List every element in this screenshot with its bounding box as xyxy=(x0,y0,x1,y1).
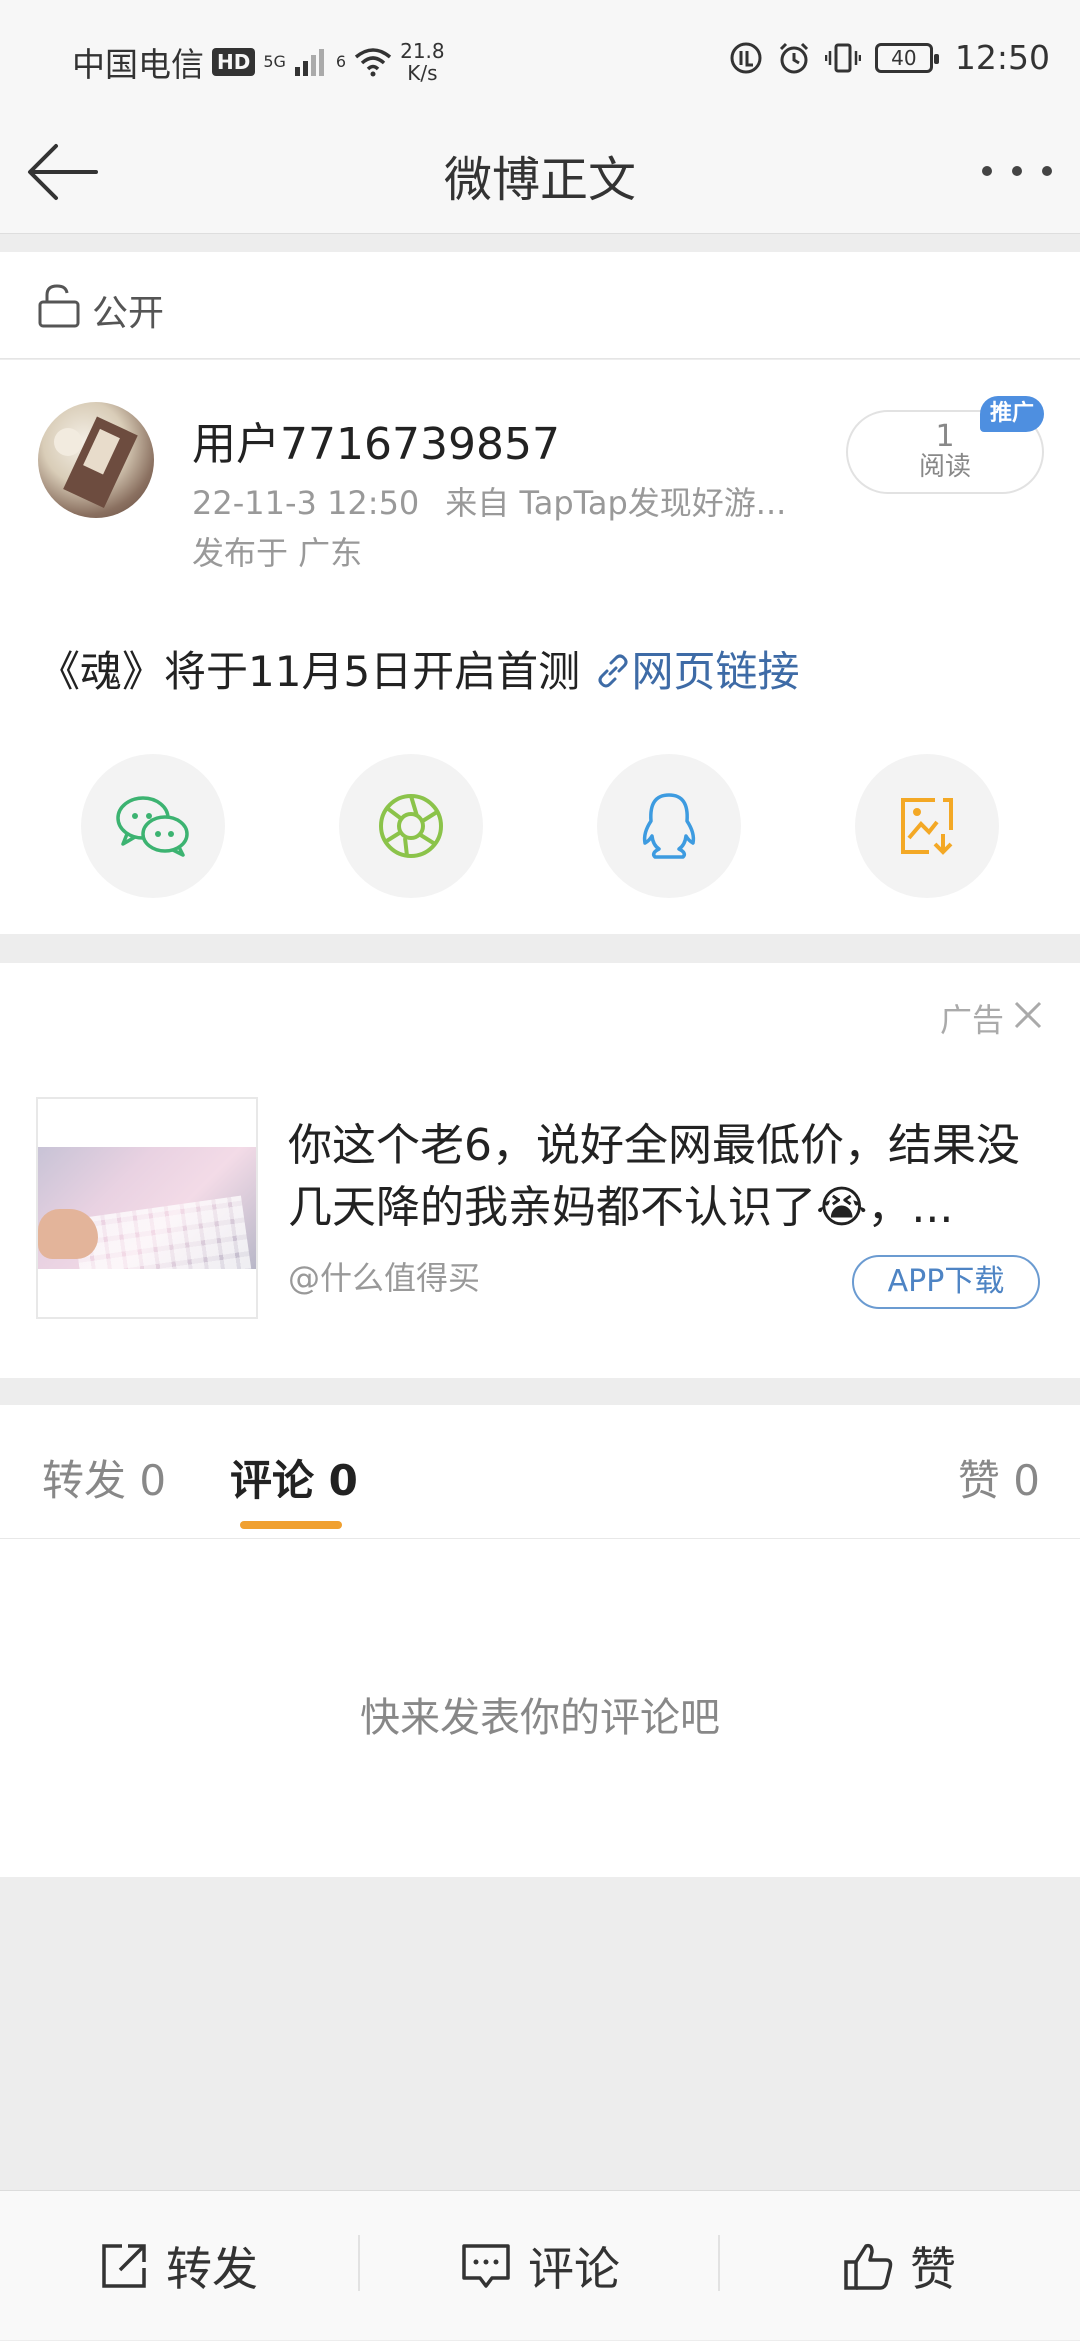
close-icon[interactable] xyxy=(1012,999,1044,1031)
avatar[interactable] xyxy=(38,402,154,518)
battery-indicator: 40 xyxy=(874,42,939,73)
post-content: 《魂》将于11月5日开启首测 网页链接 xyxy=(38,638,800,699)
wifi-gen: 6 xyxy=(335,52,347,71)
qq-icon xyxy=(642,793,696,859)
post-meta: 22-11-3 12:50 来自 TapTap发现好游... xyxy=(192,478,786,524)
active-tab-indicator xyxy=(240,1521,342,1529)
nav-bar: 微博正文 xyxy=(0,110,1080,234)
ad-text[interactable]: 你这个老6，说好全网最低价，结果没几天降的我亲妈都不认识了😭，... xyxy=(288,1115,1048,1239)
tab-comment[interactable]: 评论 0 xyxy=(230,1447,358,1508)
thumbs-up-icon xyxy=(844,2243,893,2290)
data-saver-icon xyxy=(730,42,762,73)
comment-label: 评论 xyxy=(528,2242,620,2296)
repost-label: 转发 xyxy=(166,2242,258,2296)
read-label: 阅读 xyxy=(918,452,971,482)
promo-badge: 推广 xyxy=(980,396,1044,432)
comment-button[interactable]: 评论 xyxy=(460,2191,620,2341)
comment-icon xyxy=(462,2244,510,2288)
app-download-button[interactable]: APP下载 xyxy=(852,1255,1040,1309)
more-dot-icon xyxy=(1012,166,1022,176)
link-text: 网页链接 xyxy=(631,647,800,696)
status-right: 40 12:50 xyxy=(729,38,1050,77)
hd-badge: HD xyxy=(212,48,256,76)
ad-source: @什么值得买 xyxy=(288,1259,481,1297)
avatar-image xyxy=(54,416,138,508)
status-left: 中国电信 HD 5G 6 21.8 K/s xyxy=(72,38,445,86)
speed-unit: K/s xyxy=(407,61,438,85)
empty-comments-text: 快来发表你的评论吧 xyxy=(360,1695,720,1741)
bottom-action-bar: 转发 评论 赞 xyxy=(0,2190,1080,2340)
share-wechat-button[interactable] xyxy=(81,754,225,898)
wechat-icon xyxy=(116,796,189,857)
ad-card[interactable]: 广告 你这个老6，说好全网最低价，结果没几天降的我亲妈都不认识了😭，... @什… xyxy=(0,963,1080,1378)
save-image-icon xyxy=(901,798,953,855)
carrier-name: 中国电信 xyxy=(72,45,204,84)
more-options-button[interactable] xyxy=(982,156,1052,186)
divider xyxy=(718,2235,720,2291)
interaction-tabs: 转发 0 评论 0 赞 0 xyxy=(0,1405,1080,1539)
like-label: 赞 xyxy=(910,2242,956,2296)
vibrate-icon xyxy=(824,43,861,72)
more-dot-icon xyxy=(1042,166,1052,176)
page-title: 微博正文 xyxy=(443,152,636,208)
speed-value: 21.8 xyxy=(400,39,445,63)
repost-button[interactable]: 转发 xyxy=(98,2191,258,2341)
share-qq-button[interactable] xyxy=(597,754,741,898)
network-type: 5G xyxy=(263,52,286,71)
moments-icon xyxy=(379,794,443,858)
status-bar: 中国电信 HD 5G 6 21.8 K/s 40 12:50 xyxy=(0,0,1080,110)
post-location: 发布于 广东 xyxy=(192,534,363,572)
tab-like[interactable]: 赞 0 xyxy=(958,1447,1040,1508)
signal-icon xyxy=(294,49,324,76)
like-button[interactable]: 赞 xyxy=(842,2191,956,2341)
visibility-label: 公开 xyxy=(92,293,165,334)
tab-repost[interactable]: 转发 0 xyxy=(42,1447,166,1508)
save-image-button[interactable] xyxy=(855,754,999,898)
post-text: 《魂》将于11月5日开启首测 xyxy=(38,647,581,696)
post-timestamp: 22-11-3 12:50 xyxy=(192,484,420,522)
share-icon xyxy=(102,2244,146,2288)
visibility-row[interactable]: 公开 xyxy=(0,252,1080,359)
wifi-icon xyxy=(354,48,392,77)
link-icon xyxy=(598,654,628,688)
more-dot-icon xyxy=(982,166,992,176)
post-card: 用户7716739857 22-11-3 12:50 来自 TapTap发现好游.… xyxy=(0,360,1080,934)
network-speed: 21.8 K/s xyxy=(400,40,445,84)
status-time: 12:50 xyxy=(954,38,1050,77)
divider xyxy=(358,2235,360,2291)
ad-label: 广告 xyxy=(939,1001,1004,1039)
ad-thumbnail[interactable] xyxy=(36,1097,258,1319)
comments-area: 快来发表你的评论吧 xyxy=(0,1539,1080,1877)
post-source[interactable]: 来自 TapTap发现好游... xyxy=(445,484,786,522)
unlock-icon xyxy=(38,284,80,328)
alarm-icon xyxy=(779,42,808,73)
username[interactable]: 用户7716739857 xyxy=(192,408,560,472)
web-link[interactable]: 网页链接 xyxy=(594,647,800,696)
share-moments-button[interactable] xyxy=(339,754,483,898)
keyboard-image xyxy=(38,1147,256,1309)
